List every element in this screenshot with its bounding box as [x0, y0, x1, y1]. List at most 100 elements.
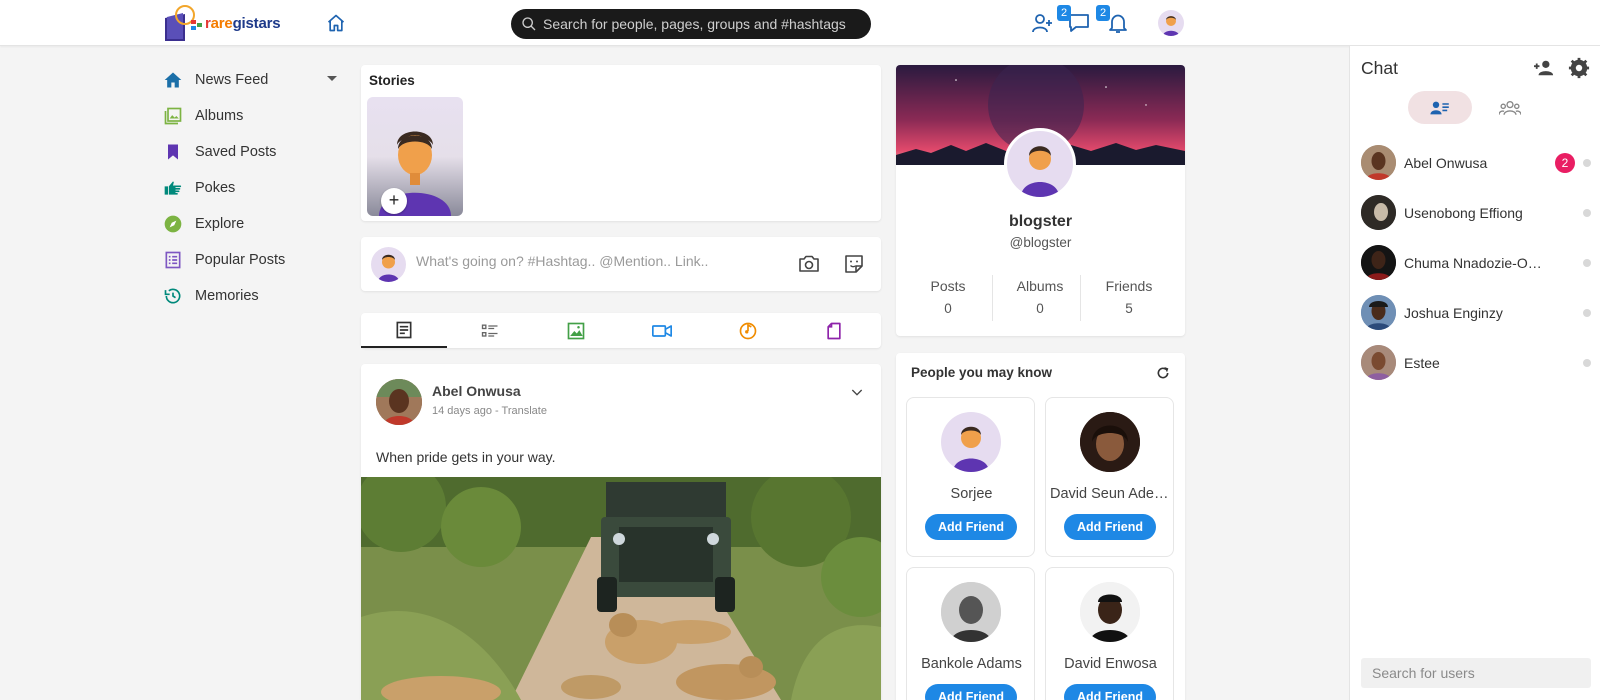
sidebar-item-saved-posts[interactable]: Saved Posts — [163, 134, 343, 170]
person-photo-icon — [1361, 245, 1396, 280]
user-avatar[interactable] — [1158, 10, 1184, 36]
contacts-icon — [1430, 101, 1449, 114]
suggestion-name[interactable]: David Seun Adebayo — [1050, 486, 1171, 502]
suggestion-avatar[interactable] — [1080, 582, 1140, 642]
divider — [992, 275, 993, 321]
chat-contact[interactable]: Estee — [1361, 345, 1597, 381]
tab-all-posts[interactable] — [361, 313, 447, 348]
avatar-person-icon — [953, 426, 989, 472]
stat-friends[interactable]: Friends 5 — [1085, 278, 1173, 316]
caret-down-icon[interactable] — [327, 76, 337, 81]
search-bar[interactable] — [511, 9, 871, 39]
composer-input[interactable] — [416, 253, 776, 269]
suggestion-avatar[interactable] — [941, 412, 1001, 472]
suggestion-avatar[interactable] — [1080, 412, 1140, 472]
chat-search-input[interactable] — [1361, 658, 1591, 688]
camera-icon[interactable] — [797, 252, 821, 276]
add-friend-icon[interactable] — [1030, 11, 1054, 35]
profile-handle: @blogster — [1009, 235, 1072, 250]
messages-button[interactable]: 2 — [1057, 5, 1091, 35]
post-image[interactable] — [361, 477, 881, 700]
avatar-person-icon — [1021, 146, 1059, 197]
tab-videos[interactable] — [619, 313, 705, 348]
contact-name: Chuma Nnadozie-Onyekwere — [1404, 255, 1544, 271]
chevron-down-icon[interactable] — [849, 384, 865, 400]
chat-contact[interactable]: Chuma Nnadozie-Onyekwere — [1361, 245, 1597, 281]
sidebar-item-memories[interactable]: Memories — [163, 278, 343, 314]
add-friend-button[interactable]: Add Friend — [1064, 514, 1156, 540]
tab-files[interactable] — [791, 313, 877, 348]
sidebar-item-label: Memories — [195, 288, 259, 304]
add-friend-button[interactable]: Add Friend — [925, 684, 1017, 700]
create-story[interactable]: + — [367, 97, 463, 216]
feed-post: Abel Onwusa 14 days ago - Translate When… — [361, 364, 881, 700]
profile-card: blogster @blogster Posts 0 Albums 0 Frie… — [896, 65, 1185, 336]
home-icon — [164, 72, 182, 88]
stories-title: Stories — [369, 73, 415, 88]
profile-name[interactable]: blogster — [896, 213, 1185, 231]
add-friend-button[interactable]: Add Friend — [925, 514, 1017, 540]
sidebar-item-albums[interactable]: Albums — [163, 98, 343, 134]
notifications-button[interactable]: 2 — [1096, 5, 1130, 35]
avatar-person-icon — [378, 254, 399, 282]
post-author-avatar[interactable] — [376, 379, 422, 425]
tab-contacts[interactable] — [1408, 91, 1472, 124]
stat-posts[interactable]: Posts 0 — [904, 278, 992, 316]
gear-icon[interactable] — [1568, 57, 1590, 79]
chat-contact[interactable]: Usenobong Effiong — [1361, 195, 1597, 231]
sticker-icon[interactable] — [842, 252, 866, 276]
person-photo-icon — [1361, 345, 1396, 380]
post-composer — [361, 237, 881, 291]
suggestion-card: Bankole Adams Add Friend — [906, 567, 1035, 700]
profile-avatar[interactable] — [1004, 128, 1076, 200]
status-dot — [1583, 159, 1591, 167]
status-dot — [1583, 309, 1591, 317]
suggestion-card: David Seun Adebayo Add Friend — [1045, 397, 1174, 557]
add-friend-button[interactable]: Add Friend — [1064, 684, 1156, 700]
sidebar-item-popular-posts[interactable]: Popular Posts — [163, 242, 343, 278]
home-icon[interactable] — [326, 13, 346, 33]
sidebar-item-label: Popular Posts — [195, 252, 286, 268]
status-dot — [1583, 259, 1591, 267]
post-author-name[interactable]: Abel Onwusa — [432, 383, 521, 399]
suggestion-name[interactable]: Bankole Adams — [911, 656, 1032, 672]
chat-contact[interactable]: Abel Onwusa 2 — [1361, 145, 1597, 181]
contact-name: Abel Onwusa — [1404, 155, 1488, 171]
sidebar-item-pokes[interactable]: Pokes — [163, 170, 343, 206]
pymk-title: People you may know — [911, 365, 1053, 380]
divider — [1080, 275, 1081, 321]
tab-text-posts[interactable] — [447, 313, 533, 348]
notifications-badge: 2 — [1096, 5, 1110, 21]
post-filter-tabs — [361, 313, 881, 348]
compass-icon — [164, 215, 182, 233]
add-contact-icon[interactable] — [1532, 58, 1556, 78]
contact-avatar — [1361, 345, 1396, 380]
refresh-icon[interactable] — [1155, 365, 1171, 381]
chat-contact[interactable]: Joshua Enginzy — [1361, 295, 1597, 331]
suggestion-name[interactable]: David Enwosa — [1050, 656, 1171, 672]
list-icon — [481, 324, 498, 337]
add-story-button[interactable]: + — [381, 188, 407, 214]
search-input[interactable] — [543, 16, 863, 32]
top-header: raregistars 2 2 — [0, 0, 1600, 46]
tab-groups[interactable] — [1490, 91, 1530, 124]
contact-avatar — [1361, 195, 1396, 230]
sidebar-item-label: Explore — [195, 216, 245, 232]
sidebar-item-news-feed[interactable]: News Feed — [163, 62, 343, 98]
stories-card: Stories + — [361, 65, 881, 221]
suggestion-name[interactable]: Sorjee — [911, 486, 1032, 502]
suggestion-avatar[interactable] — [941, 582, 1001, 642]
logo[interactable]: raregistars — [163, 4, 281, 42]
video-icon — [651, 324, 672, 337]
person-photo-icon — [1080, 412, 1140, 472]
tab-music[interactable] — [705, 313, 791, 348]
tab-photos[interactable] — [533, 313, 619, 348]
file-icon — [827, 322, 841, 339]
document-icon — [396, 321, 412, 338]
contact-name: Joshua Enginzy — [1404, 305, 1503, 321]
sidebar-item-label: Saved Posts — [195, 144, 277, 160]
stat-albums[interactable]: Albums 0 — [996, 278, 1084, 316]
contact-avatar — [1361, 245, 1396, 280]
poke-icon — [164, 181, 182, 195]
sidebar-item-explore[interactable]: Explore — [163, 206, 343, 242]
